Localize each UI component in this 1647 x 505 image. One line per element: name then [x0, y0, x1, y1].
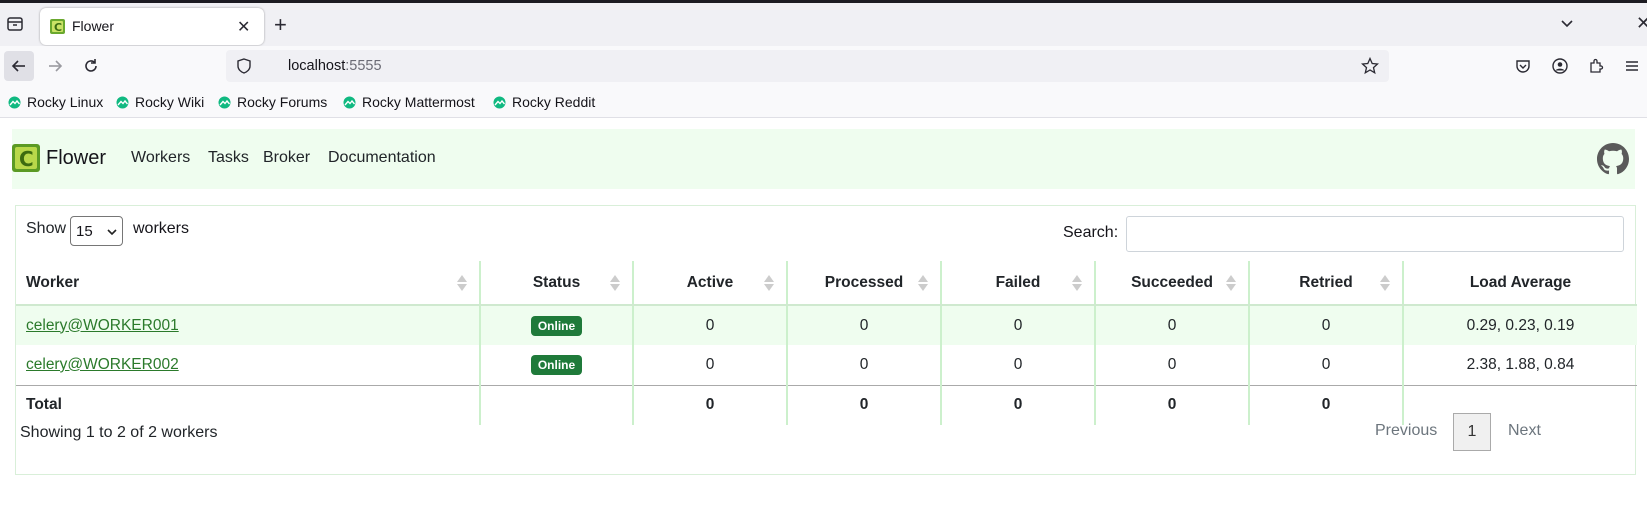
nav-workers[interactable]: Workers	[131, 149, 190, 167]
flower-navbar: C Flower Workers Tasks Broker Documentat…	[12, 129, 1635, 189]
worker-link[interactable]: celery@WORKER001	[26, 317, 179, 334]
pocket-icon[interactable]	[1515, 58, 1531, 79]
col-succeeded[interactable]: Succeeded	[1094, 261, 1249, 306]
cell-load-average: 0.29, 0.23, 0.19	[1402, 305, 1637, 345]
worker-link[interactable]: celery@WORKER002	[26, 356, 179, 373]
cell-failed: 0	[940, 345, 1095, 385]
bookmark-rocky-linux[interactable]: Rocky Linux	[8, 94, 103, 112]
tab-list-icon[interactable]	[6, 15, 26, 35]
table-row: celery@WORKER002 Online 0 0 0 0 0 2.38, …	[16, 345, 1637, 385]
bookmark-rocky-wiki[interactable]: Rocky Wiki	[116, 94, 204, 112]
rocky-logo-icon	[343, 96, 356, 112]
nav-broker[interactable]: Broker	[263, 149, 310, 167]
pagination-previous[interactable]: Previous	[1375, 422, 1437, 440]
new-tab-icon[interactable]: +	[274, 14, 287, 36]
sort-icon	[1072, 275, 1082, 296]
reload-icon	[85, 59, 97, 72]
col-load-average[interactable]: Load Average	[1402, 261, 1637, 306]
cell-failed: 0	[940, 305, 1095, 345]
cell-succeeded: 0	[1094, 305, 1249, 345]
cell-retried: 0	[1248, 345, 1403, 385]
tab-title: Flower	[72, 18, 115, 34]
cell-active: 0	[632, 305, 787, 345]
col-worker[interactable]: Worker	[16, 261, 480, 306]
workers-table: Worker Status Active Processed Failed Su…	[16, 261, 1637, 425]
show-label: Show	[26, 220, 67, 237]
tab-close-icon[interactable]: ✕	[237, 17, 250, 37]
bookmarks-bar: Rocky Linux Rocky Wiki Rocky Forums Rock…	[0, 86, 1647, 118]
chevron-down-icon	[107, 229, 117, 236]
extensions-icon[interactable]	[1588, 58, 1604, 79]
col-retried[interactable]: Retried	[1248, 261, 1403, 306]
total-row: Total 0 0 0 0 0	[16, 384, 1637, 425]
status-badge: Online	[530, 315, 583, 336]
sort-icon	[1380, 275, 1390, 296]
back-arrow-icon	[11, 60, 25, 72]
svg-text:C: C	[19, 147, 34, 171]
status-badge: Online	[530, 354, 583, 375]
shield-icon[interactable]	[236, 58, 252, 79]
bookmark-rocky-forums[interactable]: Rocky Forums	[218, 94, 327, 112]
sort-icon	[764, 275, 774, 296]
window-close-icon[interactable]: ✕	[1636, 13, 1647, 34]
total-processed: 0	[786, 384, 941, 425]
cell-load-average: 2.38, 1.88, 0.84	[1402, 345, 1637, 385]
table-row: celery@WORKER001 Online 0 0 0 0 0 0.29, …	[16, 305, 1637, 345]
nav-tasks[interactable]: Tasks	[208, 149, 249, 167]
col-failed[interactable]: Failed	[940, 261, 1095, 306]
search-label: Search:	[1063, 224, 1119, 241]
table-info: Showing 1 to 2 of 2 workers	[20, 424, 218, 441]
url-bar[interactable]: localhost:5555	[226, 50, 1389, 82]
page-size-value: 15	[76, 223, 93, 240]
cell-processed: 0	[786, 305, 941, 345]
workers-panel: Show 15 workers Search: Worker Status Ac…	[15, 205, 1637, 475]
col-status[interactable]: Status	[479, 261, 633, 306]
tab-overflow-chevron-icon[interactable]	[1559, 15, 1577, 33]
cell-succeeded: 0	[1094, 345, 1249, 385]
total-retried: 0	[1248, 384, 1403, 425]
reload-button[interactable]	[76, 51, 106, 81]
bookmark-rocky-reddit[interactable]: Rocky Reddit	[493, 94, 595, 112]
brand-name[interactable]: Flower	[46, 147, 106, 170]
forward-button[interactable]	[40, 51, 70, 81]
browser-tab[interactable]: C Flower ✕	[40, 8, 264, 45]
col-processed[interactable]: Processed	[786, 261, 941, 306]
cell-processed: 0	[786, 345, 941, 385]
rocky-logo-icon	[8, 96, 21, 112]
total-label: Total	[16, 384, 480, 425]
sort-icon	[1226, 275, 1236, 296]
url-text: localhost:5555	[288, 58, 382, 74]
pagination-page-1[interactable]: 1	[1453, 413, 1491, 451]
cell-retried: 0	[1248, 305, 1403, 345]
table-header-row: Worker Status Active Processed Failed Su…	[16, 261, 1637, 306]
sort-icon	[457, 275, 467, 296]
svg-text:C: C	[54, 21, 62, 34]
rocky-logo-icon	[218, 96, 231, 112]
total-active: 0	[632, 384, 787, 425]
search-input[interactable]	[1126, 216, 1624, 252]
pagination-next[interactable]: Next	[1508, 422, 1541, 440]
rocky-logo-icon	[116, 96, 129, 112]
bookmark-star-icon[interactable]	[1360, 56, 1380, 80]
back-button[interactable]	[4, 51, 34, 81]
col-active[interactable]: Active	[632, 261, 787, 306]
flower-logo-icon[interactable]: C	[12, 144, 40, 172]
flower-favicon-icon: C	[50, 19, 65, 34]
sort-icon	[610, 275, 620, 296]
sort-icon	[918, 275, 928, 296]
github-icon[interactable]	[1597, 143, 1629, 180]
rocky-logo-icon	[493, 96, 506, 112]
menu-icon[interactable]	[1624, 58, 1640, 79]
bookmark-rocky-mattermost[interactable]: Rocky Mattermost	[343, 94, 475, 112]
browser-titlebar: C Flower ✕ + ✕	[0, 0, 1647, 46]
account-icon[interactable]	[1552, 58, 1568, 79]
browser-navbar: localhost:5555	[0, 46, 1647, 86]
nav-documentation[interactable]: Documentation	[328, 149, 436, 167]
forward-arrow-icon	[49, 60, 63, 72]
page-size-select[interactable]: 15	[70, 216, 123, 246]
cell-active: 0	[632, 345, 787, 385]
total-succeeded: 0	[1094, 384, 1249, 425]
page-size-suffix: workers	[133, 220, 190, 237]
total-failed: 0	[940, 384, 1095, 425]
